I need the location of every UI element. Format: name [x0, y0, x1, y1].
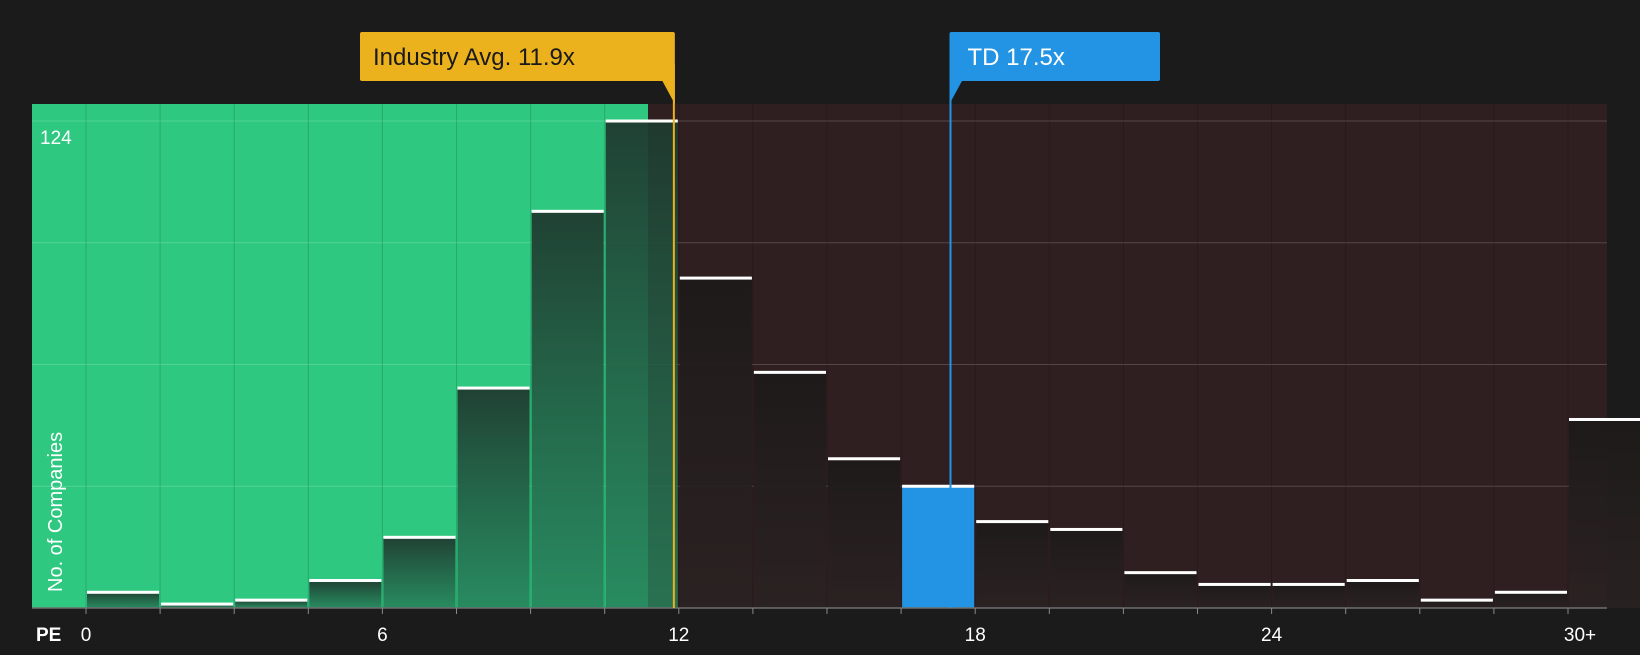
bar-cap-16: [1272, 582, 1345, 586]
company-pe-label: TD 17.5x: [968, 44, 1065, 71]
y-axis-label: No. of Companies: [45, 432, 67, 592]
bar-4: [383, 537, 456, 608]
x-tick-label-1: 6: [377, 625, 388, 646]
bar-14: [1124, 572, 1197, 608]
bar-20: [1569, 419, 1640, 608]
bar-cap-0: [87, 590, 160, 594]
bar-7: [605, 121, 678, 608]
bar-cap-17: [1346, 579, 1419, 583]
bar-cap-6: [531, 209, 604, 213]
bar-cap-9: [753, 370, 826, 374]
bar-cap-15: [1198, 582, 1271, 586]
bar-16: [1272, 584, 1345, 608]
pe-distribution-chart: 0 6 12 18 24 30+ PE No. of Companies 124 Industr…: [0, 0, 1640, 650]
bar-cap-10: [828, 457, 901, 461]
bar-cap-8: [679, 276, 752, 280]
bar-cap-5: [457, 386, 530, 390]
x-tick-label-0: 0: [81, 625, 92, 646]
bar-15: [1198, 584, 1271, 608]
bar-cap-14: [1124, 571, 1197, 575]
bar-cap-1: [161, 602, 234, 606]
bar-cap-11: [902, 484, 975, 488]
bar-8: [679, 278, 752, 608]
bar-10: [828, 458, 901, 608]
bar-cap-18: [1420, 598, 1493, 602]
bar-cap-20: [1569, 417, 1640, 421]
bar-cap-3: [309, 579, 382, 583]
pe-histogram-svg: 0 6 12 18 24 30+ PE No. of Companies 124 Industr…: [32, 32, 1640, 646]
bar-cap-2: [235, 598, 308, 602]
bar-cap-13: [1050, 527, 1123, 531]
x-tick-label-3: 18: [965, 625, 986, 646]
bar-11: [902, 486, 975, 608]
bar-17: [1346, 580, 1419, 608]
bar-5: [457, 388, 530, 608]
bar-6: [531, 211, 604, 609]
bar-cap-4: [383, 535, 456, 539]
y-max-label: 124: [40, 128, 72, 149]
bar-cap-7: [605, 119, 678, 123]
x-tick-label-4: 24: [1261, 625, 1283, 646]
x-tick-label-2: 12: [668, 625, 689, 646]
bar-3: [309, 580, 382, 608]
x-tick-label-5: 30+: [1564, 625, 1596, 646]
bar-13: [1050, 529, 1123, 608]
bar-0: [87, 592, 160, 608]
bar-cap-19: [1494, 590, 1567, 594]
bar-19: [1494, 592, 1567, 608]
industry-avg-label: Industry Avg. 11.9x: [373, 44, 575, 71]
bar-12: [976, 521, 1049, 608]
bar-cap-12: [976, 520, 1049, 524]
x-axis-label: PE: [36, 625, 61, 646]
bar-9: [753, 372, 826, 608]
